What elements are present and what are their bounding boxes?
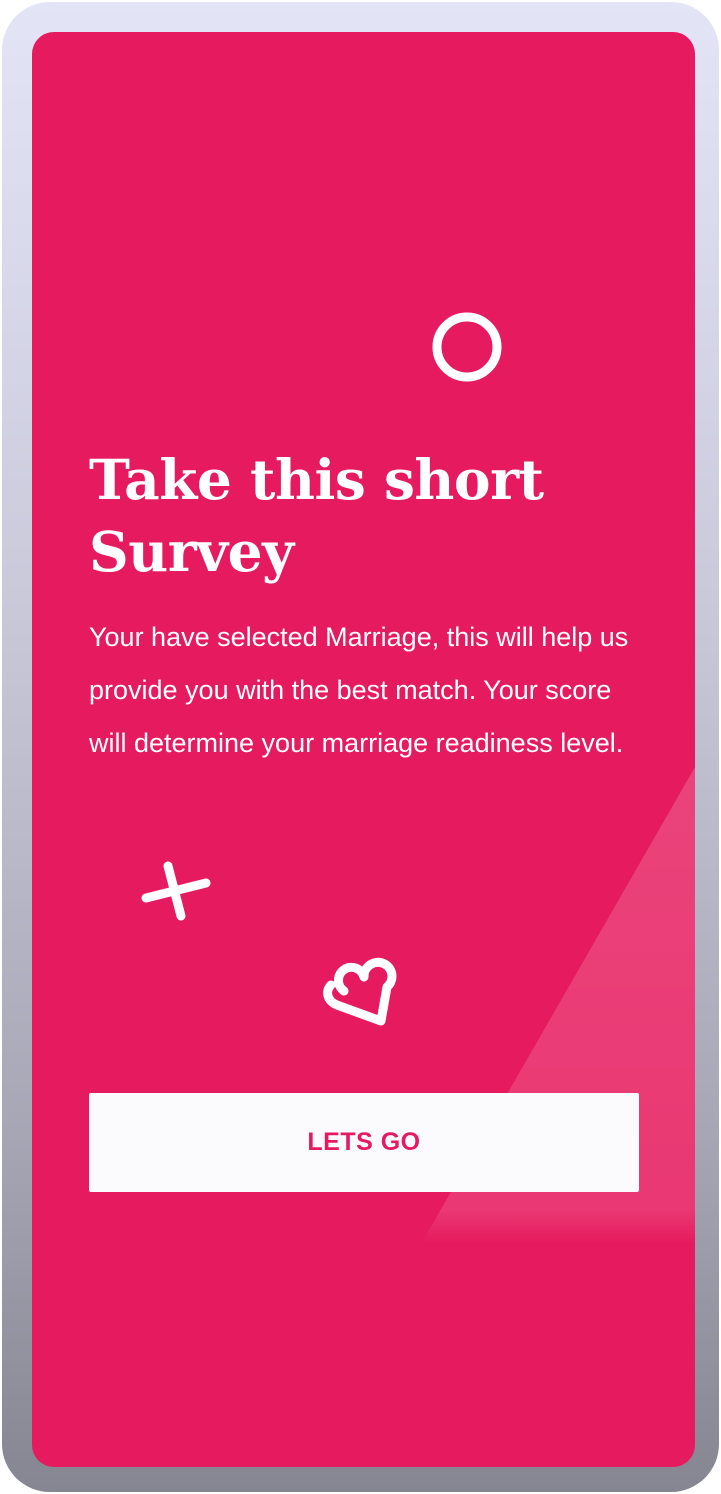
title-line-1: Take this short: [89, 447, 544, 512]
heart-icon: [323, 957, 397, 1026]
survey-description: Your have selected Marriage, this will h…: [89, 622, 629, 758]
survey-intro-screen: Take this short Survey Your have selecte…: [32, 32, 695, 1467]
cross-icon: [141, 861, 211, 921]
page-title: Take this short Survey: [89, 444, 649, 588]
title-line-2: Survey: [89, 519, 294, 584]
circle-icon: [432, 312, 502, 382]
lets-go-label: LETS GO: [307, 1128, 421, 1156]
device-frame: Take this short Survey Your have selecte…: [2, 2, 719, 1492]
lets-go-button[interactable]: LETS GO: [89, 1093, 639, 1192]
